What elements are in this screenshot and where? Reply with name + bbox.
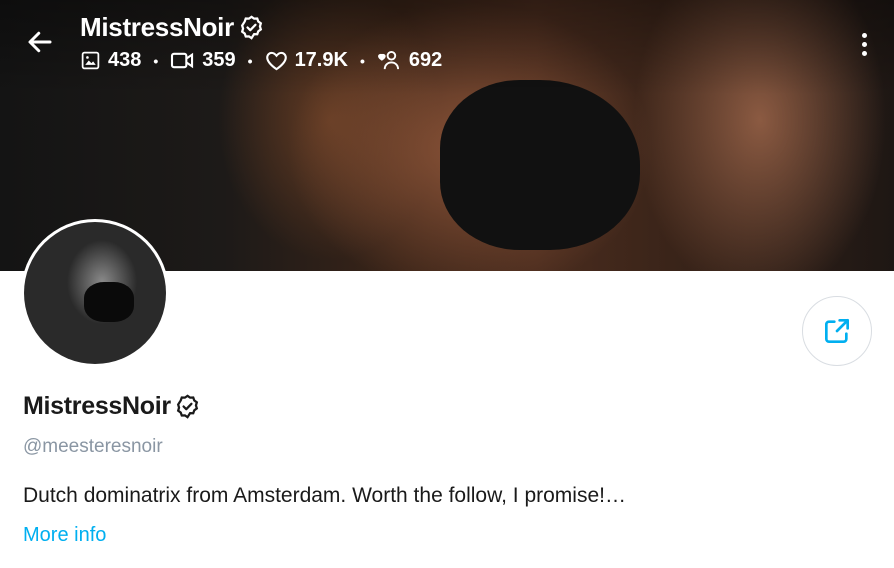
stat-likes-count: 17.9K <box>294 49 348 71</box>
image-icon <box>81 51 100 70</box>
back-button[interactable] <box>24 26 56 58</box>
profile-name-row: MistressNoir <box>23 392 201 421</box>
verified-icon <box>240 15 263 40</box>
stat-photos-count: 438 <box>108 49 142 71</box>
profile-name: MistressNoir <box>23 392 171 420</box>
stat-videos-count: 359 <box>202 49 236 71</box>
profile-handle: @meesteresnoir <box>23 436 163 457</box>
header-info: MistressNoir 438 • 359 • 17.9K • 692 <box>80 12 442 72</box>
header-stats: 438 • 359 • 17.9K • 692 <box>80 49 442 72</box>
header-title: MistressNoir <box>80 12 234 42</box>
avatar-image <box>24 222 166 364</box>
profile-bio: Dutch dominatrix from Amsterdam. Worth t… <box>23 484 626 507</box>
more-vertical-icon <box>861 32 867 38</box>
stat-videos: 359 <box>170 49 236 72</box>
video-icon <box>171 52 194 69</box>
avatar[interactable] <box>21 219 169 367</box>
fans-icon <box>377 50 399 70</box>
arrow-left-icon <box>28 31 52 53</box>
stat-fans-count: 692 <box>408 49 443 71</box>
stat-likes: 17.9K <box>265 49 348 72</box>
share-icon <box>825 319 849 343</box>
more-info-link[interactable]: More info <box>23 524 106 547</box>
verified-icon <box>176 394 198 419</box>
stat-fans: 692 <box>377 49 442 72</box>
heart-icon <box>265 51 287 71</box>
more-options-button[interactable] <box>854 28 874 60</box>
share-button[interactable] <box>802 296 872 366</box>
stat-photos: 438 <box>80 49 141 72</box>
